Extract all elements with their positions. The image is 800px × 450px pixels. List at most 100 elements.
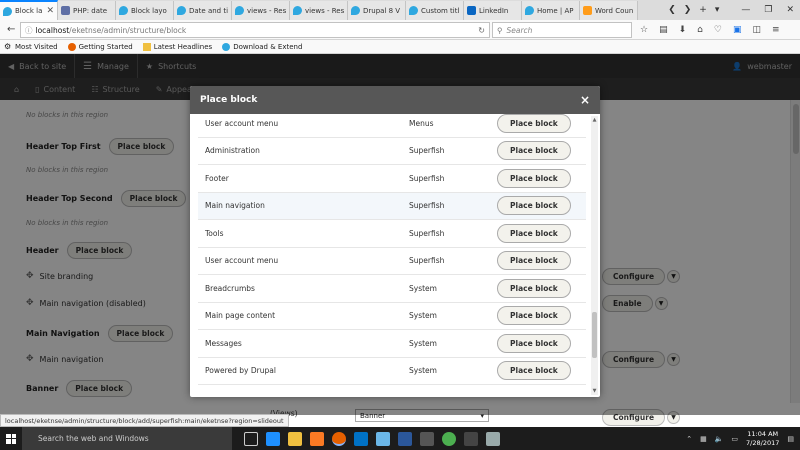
start-button[interactable]: [0, 427, 22, 450]
tab-label: Drupal 8 V: [363, 6, 401, 15]
dialog-scrollbar[interactable]: ▲ ▼: [591, 116, 598, 395]
search-icon: ⚲: [497, 25, 503, 35]
edge-icon[interactable]: [266, 431, 280, 446]
tab-label: Home | AP: [537, 6, 574, 15]
dialog-scrollbar-thumb[interactable]: [592, 312, 597, 358]
tab-scroll-right-icon[interactable]: ❯: [684, 5, 692, 15]
place-block-cell: Place block: [497, 306, 586, 326]
browser-tab[interactable]: Drupal 8 V: [348, 1, 406, 20]
browser-tab[interactable]: Custom titl: [406, 1, 464, 20]
browser-tab[interactable]: Word Coun: [580, 1, 638, 20]
menu-icon[interactable]: ≡: [772, 25, 780, 35]
folder-icon: [142, 42, 151, 51]
outlook-icon[interactable]: [354, 431, 368, 446]
reading-list-icon[interactable]: ▤: [659, 25, 668, 35]
close-icon[interactable]: ×: [580, 93, 590, 107]
place-block-button[interactable]: Place block: [497, 251, 571, 271]
block-category: Superfish: [409, 256, 445, 266]
drupal-icon: [351, 6, 360, 15]
bookmark-getting-started[interactable]: Getting Started: [67, 42, 133, 51]
bookmark-most-visited[interactable]: ⚙ Most Visited: [4, 42, 58, 51]
photos-icon[interactable]: [420, 431, 434, 446]
tab-scroll-left-icon[interactable]: ❮: [668, 5, 676, 15]
close-tab-icon[interactable]: ✕: [46, 6, 54, 16]
block-category: Superfish: [409, 228, 445, 238]
reload-icon[interactable]: ↻: [478, 26, 485, 35]
block-name: Main navigation: [205, 201, 265, 211]
drupal-icon: [293, 6, 302, 15]
drupal-icon: [119, 6, 128, 15]
bookmark-latest-headlines[interactable]: Latest Headlines: [142, 42, 212, 51]
block-name: Tools: [205, 228, 224, 238]
network-icon[interactable]: ▦: [700, 435, 707, 443]
file-explorer-icon[interactable]: [288, 431, 302, 446]
minimize-icon[interactable]: —: [741, 5, 750, 15]
new-tab-icon[interactable]: +: [699, 5, 707, 15]
place-block-button[interactable]: Place block: [497, 278, 571, 298]
scroll-up-icon[interactable]: ▲: [591, 117, 598, 123]
restore-icon[interactable]: ❐: [764, 5, 772, 15]
place-block-button[interactable]: Place block: [497, 223, 571, 243]
xampp-icon[interactable]: [310, 431, 324, 446]
scroll-down-icon[interactable]: ▼: [591, 388, 598, 394]
bookmark-star-icon[interactable]: ☆: [640, 25, 648, 35]
place-block-button[interactable]: Place block: [497, 168, 571, 188]
tab-label: Block la: [15, 7, 43, 15]
browser-tab[interactable]: PHP: date: [58, 1, 116, 20]
notifications-icon[interactable]: ▤: [787, 435, 794, 443]
close-window-icon[interactable]: ✕: [786, 5, 794, 15]
block-category: System: [409, 366, 437, 376]
browser-tab[interactable]: views - Res: [232, 1, 290, 20]
browser-tab[interactable]: Home | AP: [522, 1, 580, 20]
place-block-cell: Place block: [497, 251, 586, 271]
chrome-icon[interactable]: [442, 431, 456, 446]
screenshot-icon[interactable]: ▣: [733, 25, 742, 35]
tab-label: LinkedIn: [479, 6, 509, 15]
volume-icon[interactable]: 🔈: [715, 435, 724, 443]
tab-list-icon[interactable]: ▾: [715, 5, 720, 15]
search-input[interactable]: ⚲ Search: [492, 22, 632, 38]
block-list-row: Footer Superfish Place block: [198, 165, 586, 193]
block-category: Superfish: [409, 173, 445, 183]
place-block-button[interactable]: Place block: [497, 196, 571, 216]
taskbar-apps: [244, 431, 500, 446]
back-arrow-icon[interactable]: ←: [7, 24, 15, 35]
place-block-button[interactable]: Place block: [497, 333, 571, 353]
home-icon[interactable]: ⌂: [697, 25, 703, 35]
firefox-icon: [67, 42, 76, 51]
url-bar[interactable]: ⓘ localhost/eketnse/admin/structure/bloc…: [20, 22, 490, 38]
place-block-button[interactable]: Place block: [497, 141, 571, 161]
block-name: Footer: [205, 173, 229, 183]
place-block-cell: Place block: [497, 113, 586, 133]
place-block-button[interactable]: Place block: [497, 361, 571, 381]
sidebar-icon[interactable]: ◫: [752, 25, 761, 35]
wordcounter-icon: [583, 6, 592, 15]
downloads-icon[interactable]: ⬇: [679, 25, 687, 35]
taskbar: Search the web and Windows ⌃ ▦ 🔈 ▭ 11:04…: [0, 427, 800, 450]
browser-tab[interactable]: LinkedIn: [464, 1, 522, 20]
browser-tab[interactable]: Block la ✕: [0, 0, 58, 20]
paint-icon[interactable]: [486, 431, 500, 446]
notepad-icon[interactable]: [376, 431, 390, 446]
php-icon: [61, 6, 70, 15]
info-icon[interactable]: ⓘ: [25, 25, 33, 36]
taskbar-search[interactable]: Search the web and Windows: [22, 427, 232, 450]
word-icon[interactable]: [398, 431, 412, 446]
action-center-icon[interactable]: ▭: [731, 435, 738, 443]
place-block-button[interactable]: Place block: [497, 306, 571, 326]
tab-label: views - Res: [305, 6, 345, 15]
task-view-icon[interactable]: [244, 431, 258, 446]
browser-tab[interactable]: Date and ti: [174, 1, 232, 20]
browser-tab[interactable]: views - Res: [290, 1, 348, 20]
status-url-preview: localhost/eketnse/admin/structure/block/…: [0, 414, 289, 427]
firefox-icon[interactable]: [332, 431, 346, 446]
bookmarks-bar: ⚙ Most Visited Getting Started Latest Hea…: [0, 40, 800, 54]
browser-tab[interactable]: Block layo: [116, 1, 174, 20]
show-hidden-icons-icon[interactable]: ⌃: [686, 435, 692, 443]
bookmark-download-extend[interactable]: Download & Extend: [222, 42, 302, 51]
clock[interactable]: 11:04 AM 7/28/2017: [746, 430, 779, 448]
pocket-icon[interactable]: ♡: [714, 25, 722, 35]
place-block-button[interactable]: Place block: [497, 113, 571, 133]
drupal-icon: [3, 6, 12, 16]
media-player-icon[interactable]: [464, 431, 478, 446]
